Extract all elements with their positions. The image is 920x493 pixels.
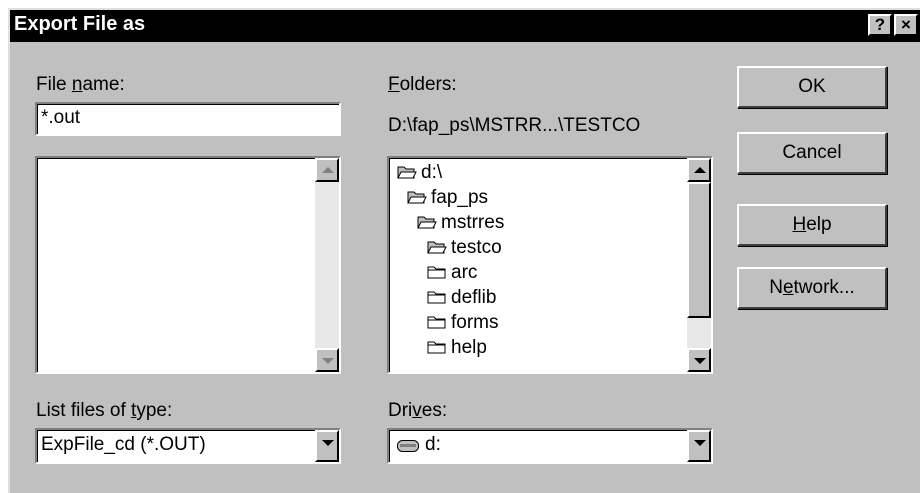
folder-tree-item-label: arc	[451, 262, 478, 283]
file-name-value: *.out	[41, 107, 81, 128]
file-type-value: ExpFile_cd (*.OUT)	[41, 434, 206, 455]
help-button[interactable]: Help	[737, 204, 887, 246]
folder-tree-item-label: help	[451, 337, 487, 358]
help-title-button[interactable]: ?	[868, 14, 892, 36]
file-list-scroll-down-button[interactable]	[315, 348, 339, 372]
closed-folder-icon	[427, 266, 446, 279]
export-file-dialog: Export File as ? × File name: *.out Fold…	[8, 8, 920, 493]
open-folder-icon	[407, 191, 427, 204]
up-arrow-icon	[322, 167, 334, 173]
folder-tree-scrollbar[interactable]	[687, 158, 711, 372]
down-arrow-icon	[694, 358, 706, 364]
close-button[interactable]: ×	[894, 14, 918, 36]
drive-icon	[397, 440, 419, 452]
open-folder-icon	[427, 241, 447, 254]
network-button[interactable]: Network...	[737, 267, 887, 309]
drives-dropdown-button[interactable]	[687, 430, 711, 462]
file-name-label: File name:	[36, 74, 125, 95]
file-list[interactable]	[35, 156, 341, 374]
down-arrow-icon	[322, 358, 334, 364]
folder-scroll-up-button[interactable]	[687, 158, 711, 182]
chevron-down-icon	[694, 440, 706, 446]
file-type-label: List files of type:	[36, 400, 173, 421]
file-type-select[interactable]: ExpFile_cd (*.OUT)	[35, 428, 341, 464]
open-folder-icon	[397, 166, 417, 179]
folder-scroll-thumb[interactable]	[687, 182, 711, 318]
cancel-button[interactable]: Cancel	[737, 132, 887, 174]
ok-button[interactable]: OK	[737, 66, 887, 108]
folder-tree-item-label: d:\	[421, 162, 443, 183]
chevron-down-icon	[322, 440, 334, 446]
folder-tree-item-label: testco	[451, 237, 502, 258]
folder-tree-item-label: mstrres	[441, 212, 505, 233]
folder-tree-item-label: fap_ps	[431, 187, 489, 208]
current-folder-path: D:\fap_ps\MSTRR...\TESTCO	[388, 115, 641, 136]
window-title: Export File as	[14, 13, 146, 35]
title-bar[interactable]: Export File as ? ×	[10, 10, 920, 42]
open-folder-icon	[417, 216, 437, 229]
up-arrow-icon	[694, 167, 706, 173]
drives-select[interactable]: d:	[387, 428, 713, 464]
folders-label: Folders:	[388, 74, 457, 95]
folder-tree-item-label: deflib	[451, 287, 497, 308]
closed-folder-icon	[427, 316, 446, 329]
file-name-input[interactable]: *.out	[35, 102, 341, 136]
file-list-scrollbar[interactable]	[315, 158, 339, 372]
file-type-dropdown-button[interactable]	[315, 430, 339, 462]
drives-value: d:	[425, 434, 441, 455]
closed-folder-icon	[427, 341, 446, 354]
folder-scroll-down-button[interactable]	[687, 348, 711, 372]
file-list-scroll-up-button[interactable]	[315, 158, 339, 182]
drives-label: Drives:	[388, 400, 448, 421]
folder-tree[interactable]: d:\ fap_psmstrres testco arc deflib forms help	[387, 156, 713, 374]
closed-folder-icon	[427, 291, 446, 304]
folder-tree-item-label: forms	[451, 312, 499, 333]
